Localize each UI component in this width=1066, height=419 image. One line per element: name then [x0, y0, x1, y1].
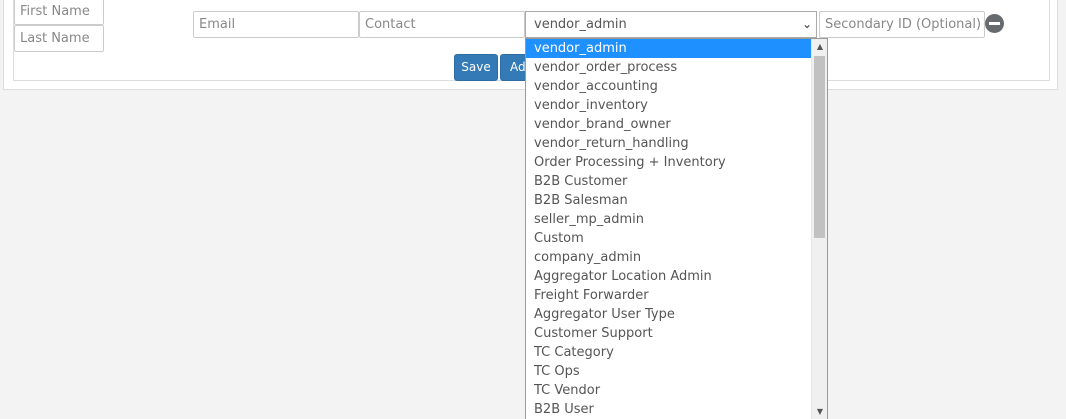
dropdown-option[interactable]: company_admin — [526, 248, 812, 267]
dropdown-option[interactable]: B2B Salesman — [526, 191, 812, 210]
last-name-field[interactable]: Last Name — [14, 25, 104, 52]
role-options: vendor_admin vendor_order_process vendor_a… — [526, 39, 812, 419]
chevron-down-icon: ⌄ — [801, 17, 812, 31]
dropdown-option[interactable]: Order Processing + Inventory — [526, 153, 812, 172]
scroll-down-arrow-icon[interactable]: ▼ — [812, 404, 827, 419]
role-select-value: vendor_admin — [534, 17, 627, 32]
dropdown-option[interactable]: TC Vendor — [526, 381, 812, 400]
dropdown-option[interactable]: vendor_inventory — [526, 96, 812, 115]
dropdown-option[interactable]: Customer Support — [526, 324, 812, 343]
dropdown-option[interactable]: B2B Customer — [526, 172, 812, 191]
dropdown-option[interactable]: seller_mp_admin — [526, 210, 812, 229]
dropdown-option[interactable]: Freight Forwarder — [526, 286, 812, 305]
dropdown-scrollbar[interactable]: ▲ ▼ — [811, 39, 827, 419]
dropdown-option[interactable]: Aggregator Location Admin — [526, 267, 812, 286]
role-select[interactable]: vendor_admin ⌄ — [525, 11, 817, 38]
scrollbar-thumb[interactable] — [814, 56, 825, 238]
save-button[interactable]: Save — [454, 54, 498, 81]
dropdown-option[interactable]: vendor_admin — [526, 39, 812, 58]
role-dropdown-list[interactable]: vendor_admin vendor_order_process vendor_a… — [525, 38, 828, 419]
add-button[interactable]: Ad — [500, 54, 526, 81]
dropdown-option[interactable]: vendor_order_process — [526, 58, 812, 77]
dropdown-option[interactable]: B2B User — [526, 400, 812, 419]
dropdown-option[interactable]: TC Ops — [526, 362, 812, 381]
scroll-up-arrow-icon[interactable]: ▲ — [812, 39, 827, 55]
first-name-field[interactable]: First Name — [14, 0, 104, 25]
dropdown-option[interactable]: vendor_brand_owner — [526, 115, 812, 134]
dropdown-option[interactable]: vendor_return_handling — [526, 134, 812, 153]
dropdown-option[interactable]: vendor_accounting — [526, 77, 812, 96]
dropdown-option[interactable]: TC Category — [526, 343, 812, 362]
dropdown-option[interactable]: Custom — [526, 229, 812, 248]
contact-field[interactable]: Contact — [359, 11, 525, 38]
secondary-id-field[interactable]: Secondary ID (Optional) — [819, 11, 985, 38]
remove-circle-icon[interactable] — [985, 14, 1004, 33]
email-field[interactable]: Email — [193, 11, 359, 38]
dropdown-option[interactable]: Aggregator User Type — [526, 305, 812, 324]
